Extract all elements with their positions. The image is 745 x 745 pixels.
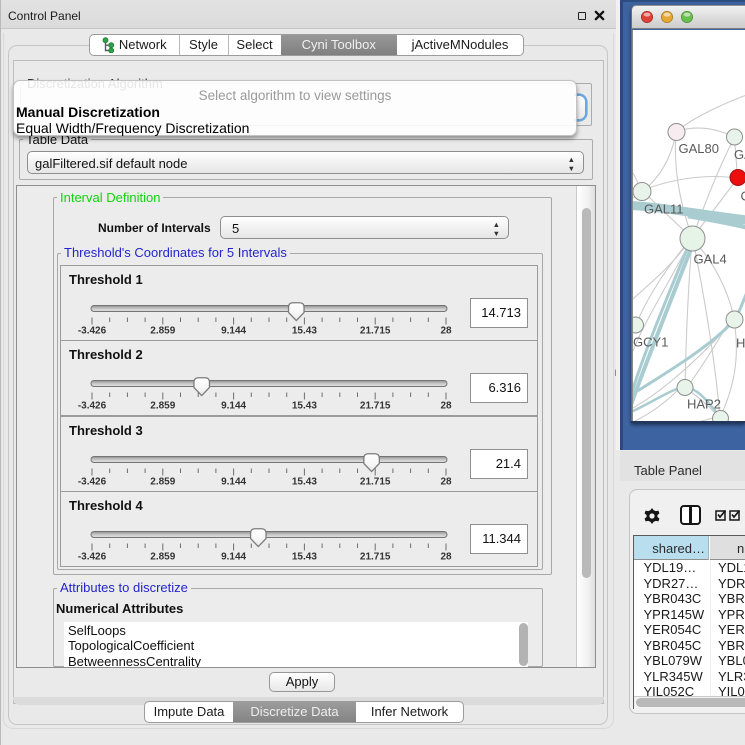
svg-text:15.43: 15.43 (292, 552, 317, 563)
svg-text:2.859: 2.859 (150, 552, 175, 563)
svg-text:28: 28 (440, 401, 452, 412)
svg-text:28: 28 (440, 476, 452, 487)
svg-text:28: 28 (440, 325, 452, 336)
svg-text:2.859: 2.859 (150, 476, 175, 487)
svg-text:9.144: 9.144 (221, 476, 246, 487)
svg-text:2.859: 2.859 (150, 325, 175, 336)
svg-text:21.715: 21.715 (360, 552, 391, 563)
svg-text:GAL80: GAL80 (678, 141, 718, 156)
svg-text:21.715: 21.715 (360, 325, 391, 336)
svg-text:9.144: 9.144 (221, 325, 246, 336)
svg-text:GAL: GAL (734, 147, 745, 162)
svg-text:HIS: HIS (736, 335, 745, 350)
svg-text:15.43: 15.43 (292, 401, 317, 412)
svg-text:-3.426: -3.426 (78, 476, 107, 487)
svg-text:GAL4: GAL4 (693, 251, 726, 266)
svg-text:CRP: CRP (740, 188, 745, 203)
svg-text:28: 28 (440, 552, 452, 563)
svg-text:9.144: 9.144 (221, 552, 246, 563)
svg-text:21.715: 21.715 (360, 476, 391, 487)
svg-text:-3.426: -3.426 (78, 401, 107, 412)
svg-text:15.43: 15.43 (292, 325, 317, 336)
svg-text:HAP2: HAP2 (687, 396, 721, 411)
svg-text:9.144: 9.144 (221, 401, 246, 412)
svg-text:GCY1: GCY1 (633, 334, 668, 349)
svg-text:15.43: 15.43 (292, 476, 317, 487)
svg-text:2.859: 2.859 (150, 401, 175, 412)
svg-text:21.715: 21.715 (360, 401, 391, 412)
svg-text:GAL11: GAL11 (644, 201, 684, 216)
svg-text:-3.426: -3.426 (78, 552, 107, 563)
svg-text:-3.426: -3.426 (78, 325, 107, 336)
